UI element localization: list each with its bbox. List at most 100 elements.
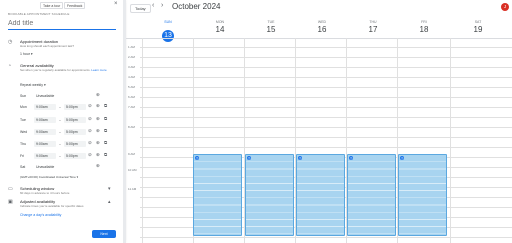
- timezone-select[interactable]: (GMT+00:00) Coordinated Universal Time ▾: [20, 175, 78, 179]
- day-column-header-tue[interactable]: TUE 15: [245, 20, 297, 34]
- feedback-tab[interactable]: Feedback: [64, 2, 86, 9]
- copy-icon-wed[interactable]: ⧉: [104, 128, 107, 134]
- weekday-label: SUN: [164, 20, 172, 24]
- date-number: 18: [419, 25, 429, 34]
- hour-line: [140, 97, 512, 98]
- start-time-wed[interactable]: 9:00am: [34, 129, 56, 135]
- duration-value: 1 hour: [20, 52, 30, 56]
- weekday-label: THU: [369, 20, 377, 24]
- next-button[interactable]: Next: [92, 230, 116, 238]
- day-label-tue: Tue: [20, 118, 26, 122]
- add-time-icon-thu[interactable]: ⊕: [96, 140, 100, 146]
- schedule-icon: ◷: [349, 156, 353, 160]
- date-number: 17: [368, 25, 378, 34]
- copy-icon-tue[interactable]: ⧉: [104, 116, 107, 122]
- add-time-icon-fri[interactable]: ⊕: [96, 152, 100, 158]
- day-label-fri: Fri: [20, 154, 25, 158]
- start-time-mon[interactable]: 9:00am: [34, 104, 56, 110]
- day-column-header-fri[interactable]: FRI 18: [398, 20, 450, 34]
- day-column-header-sat[interactable]: SAT 19: [452, 20, 504, 34]
- start-time-tue[interactable]: 9:00am: [34, 117, 56, 123]
- add-time-icon-sun[interactable]: ⊕: [96, 92, 100, 98]
- schedule-type-label: BOOKABLE APPOINTMENT SCHEDULE: [8, 12, 70, 16]
- panel-divider[interactable]: [123, 0, 126, 243]
- day-label-wed: Wed: [20, 130, 28, 134]
- adjusted-availability-sub: Indicate times you're available for spec…: [20, 204, 84, 208]
- previous-week-icon[interactable]: ‹: [152, 2, 154, 9]
- timezone-value: (GMT+00:00) Coordinated Universal Time: [20, 175, 76, 179]
- availability-icon: ◔: [8, 63, 12, 69]
- learn-more-link[interactable]: Learn more: [91, 68, 106, 72]
- chevron-up-icon[interactable]: ▴: [108, 199, 111, 205]
- availability-block-mon[interactable]: ◷: [193, 154, 242, 236]
- appointment-schedule-panel: Take a tour Feedback × BOOKABLE APPOINTM…: [0, 0, 124, 243]
- chevron-down-icon[interactable]: ▾: [108, 186, 111, 192]
- remove-icon-mon[interactable]: ⊘: [88, 103, 92, 109]
- hour-line: [140, 67, 512, 68]
- copy-icon-mon[interactable]: ⧉: [104, 103, 107, 109]
- time-label: 8 AM: [128, 125, 135, 129]
- schedule-icon: ◷: [195, 156, 199, 160]
- repeat-select[interactable]: Repeat weekly ▾: [20, 83, 46, 87]
- copy-icon-fri[interactable]: ⧉: [104, 152, 107, 158]
- day-column-header-wed[interactable]: WED 16: [296, 20, 348, 34]
- calendar-range-icon: ▭: [8, 186, 13, 192]
- add-time-icon-sat[interactable]: ⊕: [96, 163, 100, 169]
- change-day-availability-link[interactable]: Change a day's availability: [20, 213, 61, 217]
- copy-icon-thu[interactable]: ⧉: [104, 140, 107, 146]
- avatar[interactable]: J: [501, 3, 509, 11]
- hour-line: [140, 127, 512, 128]
- availability-block-wed[interactable]: ◷: [296, 154, 345, 236]
- schedule-icon: ◷: [400, 156, 404, 160]
- time-label: 5 AM: [128, 85, 135, 89]
- day-column-header-mon[interactable]: MON 14: [194, 20, 246, 34]
- repeat-value: Repeat weekly: [20, 83, 43, 87]
- day-label-thu: Thu: [20, 142, 27, 146]
- weekday-label: FRI: [421, 20, 427, 24]
- time-label: 10 AM: [128, 168, 137, 172]
- duration-select[interactable]: 1 hour ▾: [20, 52, 33, 56]
- add-time-icon-wed[interactable]: ⊕: [96, 128, 100, 134]
- today-button[interactable]: Today: [130, 4, 151, 13]
- weekday-label: WED: [317, 20, 327, 24]
- time-label: 1 AM: [128, 45, 135, 49]
- take-tour-tab[interactable]: Take a tour: [40, 2, 64, 9]
- dash: –: [59, 105, 61, 109]
- add-time-icon-mon[interactable]: ⊕: [96, 103, 100, 109]
- next-week-icon[interactable]: ›: [161, 2, 163, 9]
- hour-line: [140, 87, 512, 88]
- end-time-mon[interactable]: 5:00pm: [64, 104, 86, 110]
- hour-line: [140, 137, 512, 138]
- remove-icon-wed[interactable]: ⊘: [88, 128, 92, 134]
- dash: –: [59, 142, 61, 146]
- start-time-fri[interactable]: 9:00am: [34, 153, 56, 159]
- end-time-thu[interactable]: 5:00pm: [64, 141, 86, 147]
- end-time-tue[interactable]: 5:00pm: [64, 117, 86, 123]
- availability-block-tue[interactable]: ◷: [245, 154, 294, 236]
- event-adjust-icon: ▣: [8, 199, 13, 205]
- end-time-fri[interactable]: 5:00pm: [64, 153, 86, 159]
- hour-line: [140, 77, 512, 78]
- day-label-mon: Mon: [20, 105, 27, 109]
- availability-block-thu[interactable]: ◷: [347, 154, 396, 236]
- availability-block-fri[interactable]: ◷: [398, 154, 447, 236]
- time-label: 2 AM: [128, 55, 135, 59]
- remove-icon-thu[interactable]: ⊘: [88, 140, 92, 146]
- chevron-down-icon: ▾: [30, 52, 33, 56]
- weekday-label: TUE: [267, 20, 275, 24]
- close-icon[interactable]: ×: [114, 1, 118, 7]
- start-time-thu[interactable]: 9:00am: [34, 141, 56, 147]
- time-label: 4 AM: [128, 75, 135, 79]
- general-availability-sub: Set when you're regularly available for …: [20, 68, 107, 72]
- date-number: 14: [215, 25, 225, 34]
- title-input[interactable]: [8, 18, 116, 30]
- chevron-down-icon: ▾: [76, 175, 79, 179]
- remove-icon-tue[interactable]: ⊘: [88, 116, 92, 122]
- day-column-header-thu[interactable]: THU 17: [347, 20, 399, 34]
- add-time-icon-tue[interactable]: ⊕: [96, 116, 100, 122]
- hour-line: [140, 57, 512, 58]
- time-label: 9 AM: [128, 152, 135, 156]
- remove-icon-fri[interactable]: ⊘: [88, 152, 92, 158]
- end-time-wed[interactable]: 5:00pm: [64, 129, 86, 135]
- time-label: 11 AM: [128, 187, 137, 191]
